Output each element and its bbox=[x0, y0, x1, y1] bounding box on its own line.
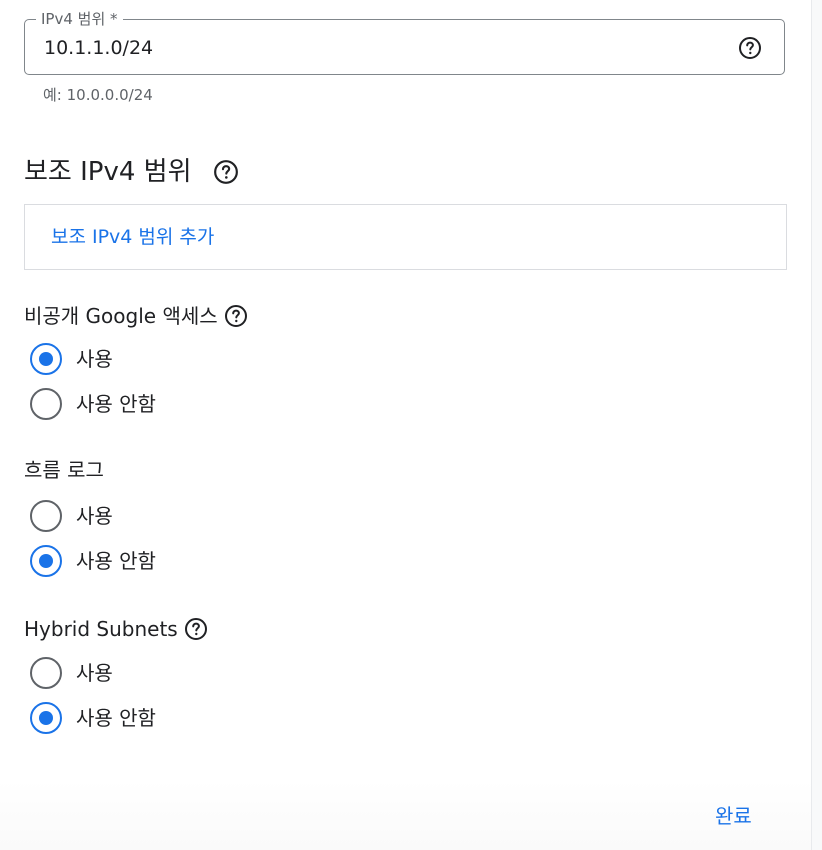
radio-selected-icon[interactable] bbox=[30, 545, 62, 577]
secondary-ranges-box: 보조 IPv4 범위 추가 bbox=[24, 204, 787, 270]
hybrid-subnets-on-option[interactable]: 사용 bbox=[30, 657, 113, 689]
help-circle-icon[interactable] bbox=[738, 36, 762, 60]
radio-label: 사용 안함 bbox=[76, 392, 156, 416]
hybrid-subnets-label: Hybrid Subnets bbox=[24, 616, 208, 642]
private-google-access-title: 비공개 Google 액세스 bbox=[24, 304, 218, 328]
radio-unselected-icon[interactable] bbox=[30, 500, 62, 532]
help-circle-icon[interactable] bbox=[184, 617, 208, 641]
scroll-gutter bbox=[812, 0, 822, 850]
radio-unselected-icon[interactable] bbox=[30, 388, 62, 420]
subnet-config-panel: IPv4 범위 * 예: 10.0.0.0/24 보조 IPv4 범위 보조 I… bbox=[0, 0, 822, 850]
private-google-access-label: 비공개 Google 액세스 bbox=[24, 303, 248, 329]
radio-selected-icon[interactable] bbox=[30, 343, 62, 375]
radio-label: 사용 bbox=[76, 347, 113, 371]
radio-unselected-icon[interactable] bbox=[30, 657, 62, 689]
ipv4-range-field[interactable]: IPv4 범위 * bbox=[24, 10, 785, 75]
ipv4-range-input[interactable] bbox=[44, 36, 704, 60]
ipv4-range-hint: 예: 10.0.0.0/24 bbox=[43, 86, 153, 104]
done-button[interactable]: 완료 bbox=[704, 800, 763, 832]
radio-label: 사용 안함 bbox=[76, 549, 156, 573]
flow-logs-on-option[interactable]: 사용 bbox=[30, 500, 113, 532]
flow-logs-off-option[interactable]: 사용 안함 bbox=[30, 545, 156, 577]
flow-logs-label: 흐름 로그 bbox=[24, 457, 104, 483]
footer-area bbox=[0, 780, 811, 850]
radio-label: 사용 안함 bbox=[76, 706, 156, 730]
help-circle-icon[interactable] bbox=[213, 159, 239, 185]
hybrid-subnets-title: Hybrid Subnets bbox=[24, 617, 178, 641]
radio-label: 사용 bbox=[76, 504, 113, 528]
radio-selected-icon[interactable] bbox=[30, 702, 62, 734]
private-google-access-on-option[interactable]: 사용 bbox=[30, 343, 113, 375]
radio-label: 사용 bbox=[76, 661, 113, 685]
hybrid-subnets-off-option[interactable]: 사용 안함 bbox=[30, 702, 156, 734]
ipv4-range-label: IPv4 범위 * bbox=[36, 10, 123, 28]
add-secondary-range-link[interactable]: 보조 IPv4 범위 추가 bbox=[51, 225, 214, 249]
secondary-ranges-heading: 보조 IPv4 범위 bbox=[24, 156, 239, 188]
flow-logs-title: 흐름 로그 bbox=[24, 458, 104, 482]
secondary-ranges-title: 보조 IPv4 범위 bbox=[24, 157, 192, 187]
private-google-access-off-option[interactable]: 사용 안함 bbox=[30, 388, 156, 420]
help-circle-icon[interactable] bbox=[224, 304, 248, 328]
